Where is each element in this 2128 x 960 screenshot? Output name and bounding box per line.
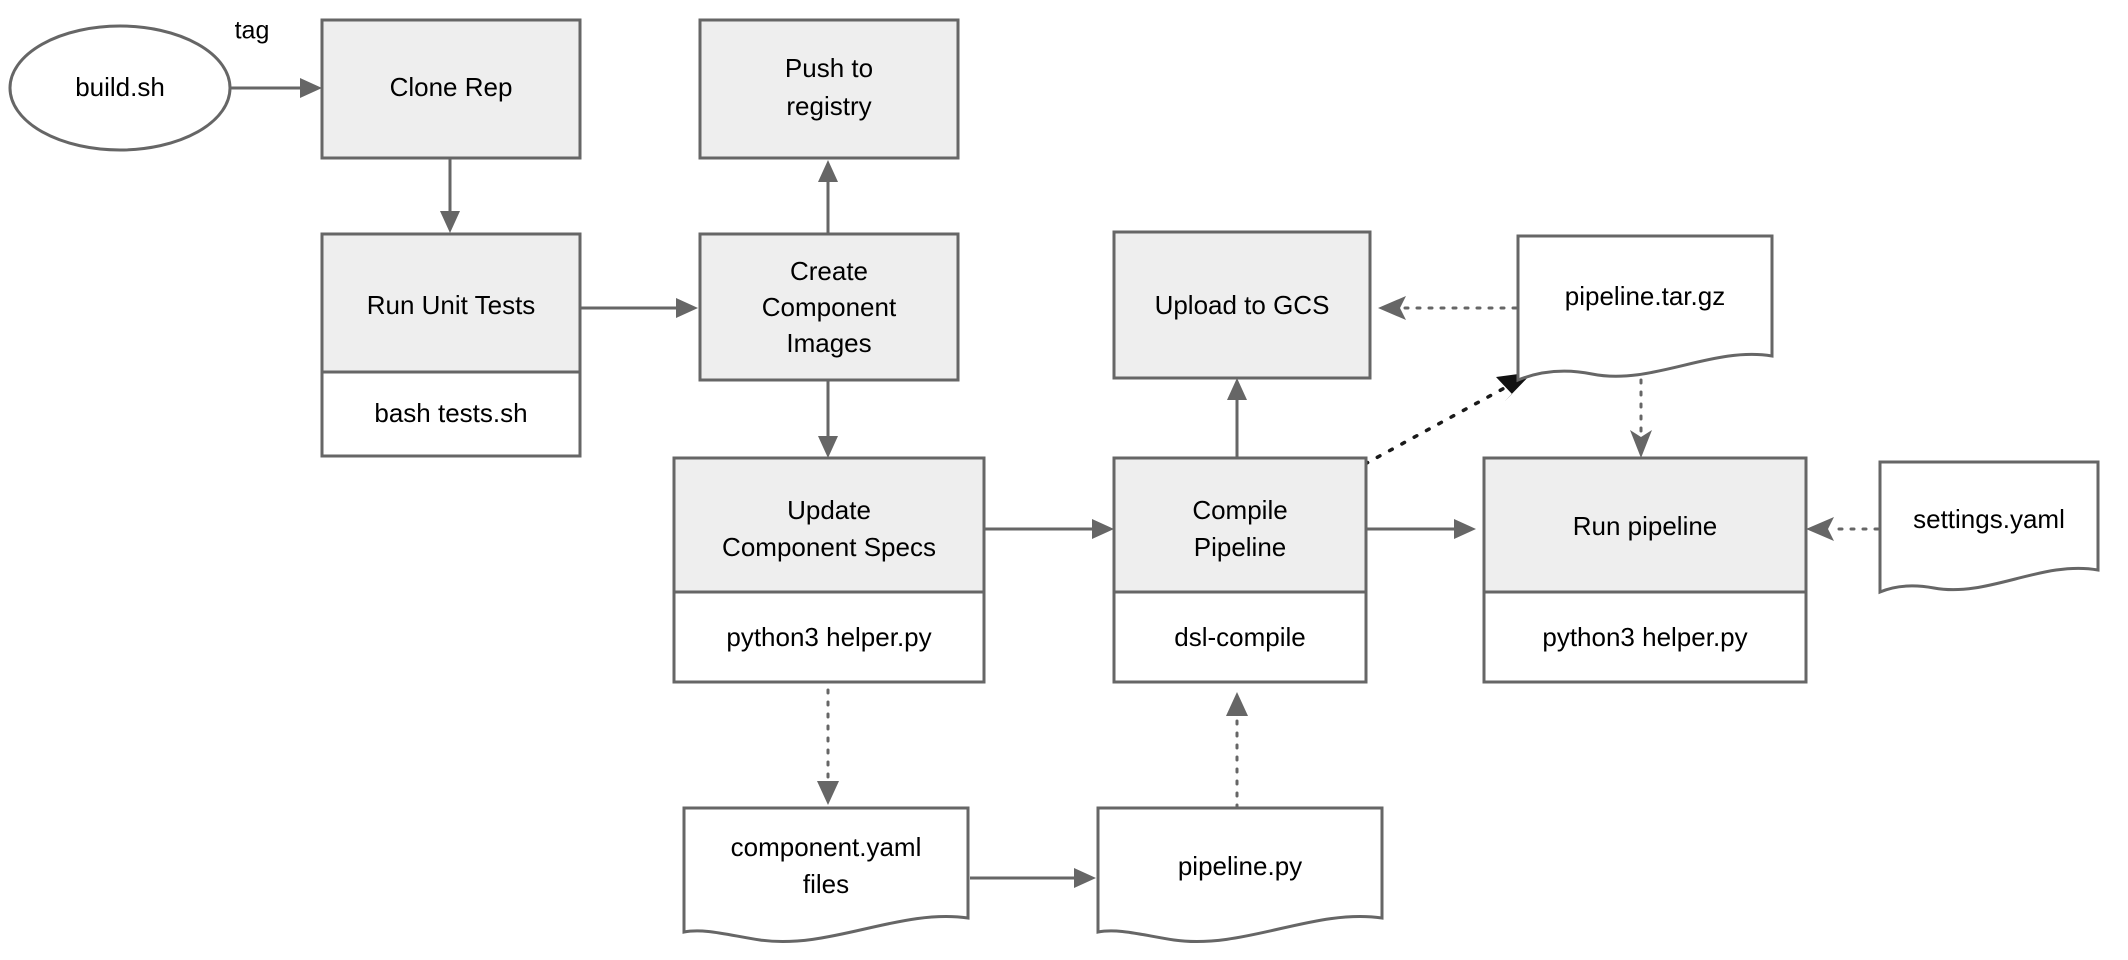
node-run-pipeline-label: Run pipeline [1573, 511, 1718, 541]
node-build-sh[interactable]: build.sh [8, 24, 232, 152]
edge-clonerep-to-rununittests [440, 158, 460, 233]
node-create-component-images[interactable]: Create Component Images [698, 232, 960, 382]
node-compile-pipeline-command-label: dsl-compile [1174, 622, 1306, 652]
node-component-yaml-files-label-line1: component.yaml [731, 832, 922, 862]
node-run-unit-tests-label: Run Unit Tests [367, 290, 536, 320]
node-pipeline-targz[interactable]: pipeline.tar.gz [1516, 234, 1774, 383]
node-compile-pipeline-label-line2: Pipeline [1194, 532, 1287, 562]
edge-pipelinetargz-to-uploadtogcs [1378, 296, 1518, 320]
node-run-unit-tests-command-label: bash tests.sh [374, 398, 527, 428]
node-run-unit-tests-command[interactable]: bash tests.sh [320, 370, 582, 458]
node-component-yaml-files-label-line2: files [803, 869, 849, 899]
node-upload-to-gcs-label: Upload to GCS [1155, 290, 1330, 320]
node-run-pipeline-command[interactable]: python3 helper.py [1482, 590, 1808, 684]
node-compile-pipeline-label-line1: Compile [1192, 495, 1287, 525]
node-create-component-images-label-line2: Component [762, 292, 897, 322]
node-compile-pipeline-command[interactable]: dsl-compile [1112, 590, 1368, 684]
node-clone-rep[interactable]: Clone Rep [320, 18, 582, 160]
node-run-unit-tests[interactable]: Run Unit Tests [320, 232, 582, 374]
node-push-to-registry-label-line2: registry [786, 91, 871, 121]
diagram-canvas: build.sh tag Clone Rep Push to registry … [0, 0, 2128, 960]
edge-pipelinepy-to-compilepipeline [1226, 692, 1248, 810]
node-update-component-specs-label-line1: Update [787, 495, 871, 525]
node-upload-to-gcs[interactable]: Upload to GCS [1112, 230, 1372, 380]
node-run-pipeline-command-label: python3 helper.py [1542, 622, 1747, 652]
node-update-component-specs-label-line2: Component Specs [722, 532, 936, 562]
node-pipeline-py[interactable]: pipeline.py [1096, 806, 1384, 943]
node-push-to-registry-label-line1: Push to [785, 53, 873, 83]
edge-rununittests-to-createcomponentimages [578, 298, 698, 318]
node-pipeline-py-label: pipeline.py [1178, 851, 1302, 881]
edge-compilepipeline-to-pipelinetargz [1363, 372, 1533, 466]
node-build-sh-label: build.sh [75, 72, 165, 102]
edge-compilepipeline-to-uploadtogcs [1227, 378, 1247, 458]
node-create-component-images-label-line1: Create [790, 256, 868, 286]
node-update-component-specs[interactable]: Update Component Specs [672, 456, 986, 594]
edge-label-tag: tag [235, 17, 270, 45]
edge-buildsh-to-clonerep [228, 78, 322, 98]
node-run-pipeline[interactable]: Run pipeline [1482, 456, 1808, 594]
node-clone-rep-label: Clone Rep [390, 72, 513, 102]
node-settings-yaml[interactable]: settings.yaml [1878, 460, 2100, 595]
edge-pipelinetargz-to-runpipeline [1630, 378, 1652, 458]
edge-updatecomponentspecs-to-componentyamlfiles [817, 688, 839, 805]
edge-compilepipeline-to-runpipeline [1366, 519, 1476, 539]
node-component-yaml-files[interactable]: component.yaml files [682, 806, 970, 943]
node-pipeline-targz-label: pipeline.tar.gz [1565, 281, 1725, 311]
node-push-to-registry[interactable]: Push to registry [698, 18, 960, 160]
edge-createcomponentimages-to-updatecomponentspecs [818, 380, 838, 458]
edge-componentyamlfiles-to-pipelinepy [970, 868, 1096, 888]
node-settings-yaml-label: settings.yaml [1913, 504, 2065, 534]
node-update-component-specs-command[interactable]: python3 helper.py [672, 590, 986, 684]
edge-updatecomponentspecs-to-compilepipeline [984, 519, 1114, 539]
node-create-component-images-label-line3: Images [786, 328, 871, 358]
edge-settingsyaml-to-runpipeline [1806, 517, 1880, 541]
node-update-component-specs-command-label: python3 helper.py [726, 622, 931, 652]
node-compile-pipeline[interactable]: Compile Pipeline [1112, 456, 1368, 594]
edge-createcomponentimages-to-pushtoregistry [818, 160, 838, 236]
